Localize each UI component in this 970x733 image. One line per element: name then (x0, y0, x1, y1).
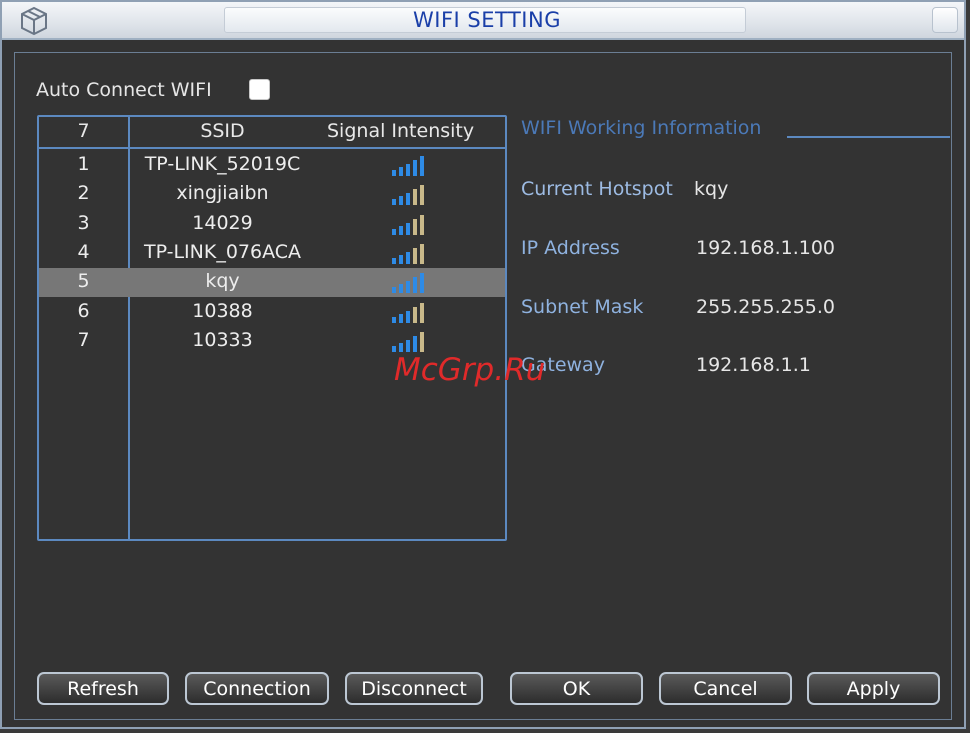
wifi-row[interactable]: 5 kqy (39, 268, 505, 298)
signal-bar (392, 257, 396, 264)
info-title-underline (787, 136, 950, 138)
signal-strength-icon (392, 331, 428, 352)
wifi-row[interactable]: 4 TP-LINK_076ACA (39, 239, 505, 268)
signal-bar (399, 196, 403, 206)
signal-strength-icon (392, 184, 428, 206)
signal-bar (420, 302, 424, 323)
signal-bar (406, 193, 410, 206)
subnet-mask-label: Subnet Mask (521, 296, 644, 318)
watermark: McGrp.Ru (394, 352, 546, 388)
row-ssid: 14029 (192, 211, 253, 234)
gateway-value: 192.168.1.1 (696, 354, 811, 376)
signal-bar (392, 170, 396, 176)
row-ssid: TP-LINK_076ACA (143, 240, 302, 263)
row-number: 5 (77, 270, 90, 293)
signal-bar (392, 316, 396, 323)
signal-bar (399, 284, 403, 294)
info-title: WIFI Working Information (521, 117, 762, 139)
signal-strength-icon (392, 272, 428, 294)
wifi-row[interactable]: 6 10388 (39, 298, 505, 327)
signal-bar (399, 313, 403, 323)
signal-bar (413, 247, 417, 264)
wifi-row[interactable]: 1 TP-LINK_52019C (39, 151, 505, 180)
signal-bar (406, 222, 410, 235)
auto-connect-checkbox[interactable] (249, 79, 270, 100)
signal-bar (392, 287, 396, 294)
row-number: 7 (77, 328, 90, 351)
signal-bar (413, 306, 417, 323)
current-hotspot-value: kqy (694, 178, 729, 200)
row-number: 6 (77, 299, 90, 322)
signal-bar (413, 160, 417, 176)
signal-bar (392, 345, 396, 352)
signal-strength-icon (392, 214, 428, 235)
cancel-button[interactable]: Cancel (659, 672, 792, 705)
header-count: 7 (77, 120, 90, 142)
signal-bar (406, 164, 410, 176)
signal-bar (413, 189, 417, 206)
signal-bar (413, 218, 417, 235)
signal-bar (420, 156, 424, 176)
ip-address-label: IP Address (521, 237, 620, 259)
wifi-setting-window: WIFI SETTING Auto Connect WIFI 7 SSID Si… (0, 0, 966, 729)
signal-bar (392, 199, 396, 206)
signal-bar (399, 167, 403, 176)
row-number: 3 (77, 211, 90, 234)
row-number: 1 (77, 153, 90, 175)
header-signal: Signal Intensity (327, 120, 475, 142)
signal-bar (406, 251, 410, 264)
current-hotspot-label: Current Hotspot (521, 178, 673, 200)
wifi-row[interactable]: 2 xingjiaibn (39, 180, 505, 209)
window-title: WIFI SETTING (413, 8, 561, 32)
signal-bar (399, 342, 403, 352)
ok-button[interactable]: OK (510, 672, 643, 705)
signal-strength-icon (392, 302, 428, 323)
row-number: 2 (77, 182, 90, 205)
row-ssid: xingjiaibn (176, 182, 269, 205)
signal-bar (413, 335, 417, 352)
subnet-mask-value: 255.255.255.0 (696, 296, 836, 318)
apply-button[interactable]: Apply (807, 672, 940, 705)
signal-bar (392, 228, 396, 235)
signal-bar (420, 243, 424, 264)
signal-strength-icon (392, 243, 428, 264)
header-ssid: SSID (200, 120, 245, 142)
refresh-button[interactable]: Refresh (37, 672, 169, 705)
signal-bar (420, 331, 424, 352)
auto-connect-label: Auto Connect WIFI (36, 79, 212, 101)
signal-bar (399, 254, 403, 264)
wifi-row[interactable]: 3 14029 (39, 210, 505, 239)
signal-bar (406, 339, 410, 352)
row-ssid: 10388 (192, 299, 253, 322)
connection-button[interactable]: Connection (185, 672, 329, 705)
wifi-list: 7 SSID Signal Intensity 1 TP-LINK_52019C 2… (37, 115, 507, 541)
disconnect-button[interactable]: Disconnect (345, 672, 483, 705)
signal-bar (420, 273, 424, 294)
ip-address-value: 192.168.1.100 (696, 237, 836, 259)
row-number: 4 (77, 240, 90, 263)
signal-bar (399, 225, 403, 235)
signal-bar (406, 310, 410, 323)
row-ssid: TP-LINK_52019C (144, 153, 301, 175)
signal-bar (406, 281, 410, 294)
signal-bar (420, 185, 424, 206)
signal-bar (420, 214, 424, 235)
header-separator (39, 147, 505, 149)
signal-bar (413, 277, 417, 294)
signal-strength-icon (392, 155, 428, 176)
row-ssid: 10333 (192, 328, 253, 351)
row-ssid: kqy (205, 270, 240, 293)
